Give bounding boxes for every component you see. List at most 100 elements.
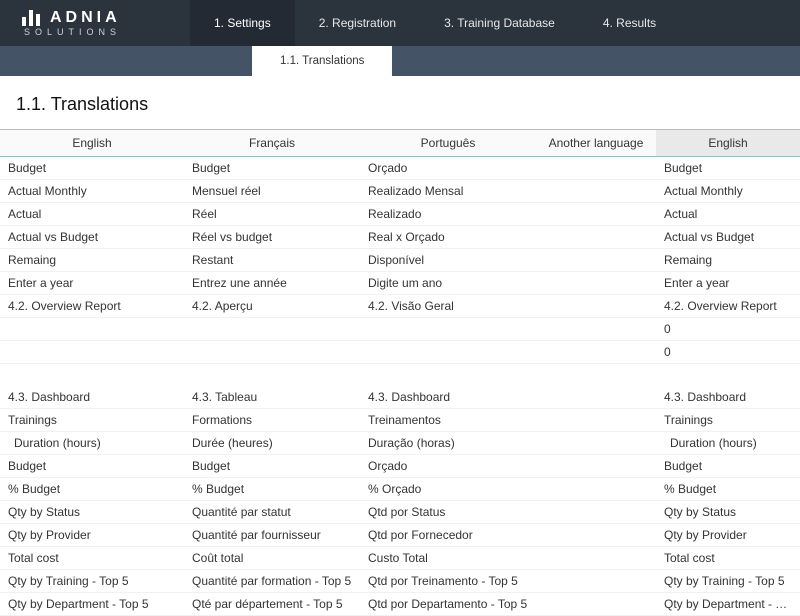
table-cell[interactable]: Qty by Provider (0, 524, 184, 547)
table-cell[interactable]: Qtd por Fornecedor (360, 524, 536, 547)
table-cell[interactable] (536, 318, 656, 341)
table-cell[interactable]: Actual vs Budget (656, 226, 800, 249)
tab-1-settings[interactable]: 1. Settings (190, 0, 295, 46)
table-cell[interactable] (536, 157, 656, 180)
table-cell[interactable]: 4.2. Aperçu (184, 295, 360, 318)
table-cell[interactable]: Qty by Department - Top 5 (0, 593, 184, 616)
table-cell[interactable]: Quantité par formation - Top 5 (184, 570, 360, 593)
table-cell[interactable] (536, 547, 656, 570)
table-cell[interactable]: Durée (heures) (184, 432, 360, 455)
table-cell[interactable] (536, 409, 656, 432)
table-cell[interactable]: Disponível (360, 249, 536, 272)
table-cell[interactable]: Custo Total (360, 547, 536, 570)
table-cell[interactable]: Duration (hours) (656, 432, 800, 455)
table-cell[interactable]: Qty by Provider (656, 524, 800, 547)
table-cell[interactable] (184, 341, 360, 364)
table-cell[interactable]: Qty by Status (656, 501, 800, 524)
table-cell[interactable]: 4.2. Overview Report (0, 295, 184, 318)
table-cell[interactable]: Trainings (656, 409, 800, 432)
table-cell[interactable] (0, 318, 184, 341)
table-cell[interactable]: Qty by Training - Top 5 (0, 570, 184, 593)
table-cell[interactable]: 4.2. Visão Geral (360, 295, 536, 318)
table-cell[interactable]: Quantité par statut (184, 501, 360, 524)
table-cell[interactable]: % Orçado (360, 478, 536, 501)
table-cell[interactable] (536, 226, 656, 249)
table-cell[interactable]: 4.3. Dashboard (656, 386, 800, 409)
table-cell[interactable] (536, 593, 656, 616)
table-cell[interactable]: Realizado (360, 203, 536, 226)
table-cell[interactable]: Actual vs Budget (0, 226, 184, 249)
table-cell[interactable]: Orçado (360, 157, 536, 180)
table-cell[interactable]: Real x Orçado (360, 226, 536, 249)
subtab-translations[interactable]: 1.1. Translations (252, 46, 392, 76)
table-cell[interactable] (536, 570, 656, 593)
table-cell[interactable] (536, 386, 656, 409)
table-cell[interactable]: Mensuel réel (184, 180, 360, 203)
table-cell[interactable]: Qty by Training - Top 5 (656, 570, 800, 593)
tab-2-registration[interactable]: 2. Registration (295, 0, 420, 46)
table-cell[interactable]: Digite um ano (360, 272, 536, 295)
table-cell[interactable]: Treinamentos (360, 409, 536, 432)
table-cell[interactable]: Qté par département - Top 5 (184, 593, 360, 616)
table-cell[interactable]: 0 (656, 341, 800, 364)
table-cell[interactable] (360, 318, 536, 341)
table-cell[interactable]: Remaing (656, 249, 800, 272)
table-cell[interactable]: % Budget (0, 478, 184, 501)
table-cell[interactable]: 4.2. Overview Report (656, 295, 800, 318)
table-cell[interactable]: Qtd por Departamento - Top 5 (360, 593, 536, 616)
table-cell[interactable]: Budget (0, 157, 184, 180)
table-cell[interactable]: Qtd por Treinamento - Top 5 (360, 570, 536, 593)
table-cell[interactable]: Budget (656, 157, 800, 180)
table-cell[interactable]: Réel (184, 203, 360, 226)
table-cell[interactable]: 4.3. Dashboard (360, 386, 536, 409)
table-cell[interactable]: Duração (horas) (360, 432, 536, 455)
table-cell[interactable] (536, 272, 656, 295)
table-cell[interactable]: Realizado Mensal (360, 180, 536, 203)
table-cell[interactable]: Total cost (0, 547, 184, 570)
table-cell[interactable]: Enter a year (656, 272, 800, 295)
table-cell[interactable] (184, 318, 360, 341)
table-cell[interactable]: Budget (0, 455, 184, 478)
table-cell[interactable]: Budget (184, 157, 360, 180)
table-cell[interactable]: Total cost (656, 547, 800, 570)
tab-4-results[interactable]: 4. Results (579, 0, 680, 46)
table-cell[interactable]: Trainings (0, 409, 184, 432)
table-cell[interactable] (536, 501, 656, 524)
table-cell[interactable] (536, 524, 656, 547)
table-cell[interactable]: Remaing (0, 249, 184, 272)
table-cell[interactable]: Quantité par fournisseur (184, 524, 360, 547)
table-cell[interactable]: Qtd por Status (360, 501, 536, 524)
table-cell[interactable] (360, 341, 536, 364)
table-cell[interactable] (536, 249, 656, 272)
table-cell[interactable]: Réel vs budget (184, 226, 360, 249)
table-cell[interactable] (536, 180, 656, 203)
table-cell[interactable]: % Budget (656, 478, 800, 501)
table-cell[interactable]: Qty by Department - Top 5 (656, 593, 800, 616)
table-cell[interactable]: 4.3. Dashboard (0, 386, 184, 409)
table-cell[interactable]: Enter a year (0, 272, 184, 295)
table-cell[interactable]: Duration (hours) (0, 432, 184, 455)
table-cell[interactable]: Actual Monthly (656, 180, 800, 203)
table-cell[interactable]: Qty by Status (0, 501, 184, 524)
table-cell[interactable]: Coût total (184, 547, 360, 570)
table-cell[interactable]: Actual (0, 203, 184, 226)
table-cell[interactable]: 0 (656, 318, 800, 341)
table-cell[interactable]: 4.3. Tableau (184, 386, 360, 409)
table-cell[interactable]: Actual (656, 203, 800, 226)
table-cell[interactable] (536, 455, 656, 478)
tab-3-training-database[interactable]: 3. Training Database (420, 0, 579, 46)
table-cell[interactable] (536, 432, 656, 455)
table-cell[interactable] (536, 478, 656, 501)
table-cell[interactable]: % Budget (184, 478, 360, 501)
table-cell[interactable]: Budget (656, 455, 800, 478)
table-cell[interactable]: Budget (184, 455, 360, 478)
table-cell[interactable]: Entrez une année (184, 272, 360, 295)
table-cell[interactable]: Orçado (360, 455, 536, 478)
table-cell[interactable] (536, 295, 656, 318)
table-cell[interactable]: Formations (184, 409, 360, 432)
table-cell[interactable]: Restant (184, 249, 360, 272)
table-cell[interactable] (536, 203, 656, 226)
table-cell[interactable] (536, 341, 656, 364)
table-cell[interactable]: Actual Monthly (0, 180, 184, 203)
table-cell[interactable] (0, 341, 184, 364)
